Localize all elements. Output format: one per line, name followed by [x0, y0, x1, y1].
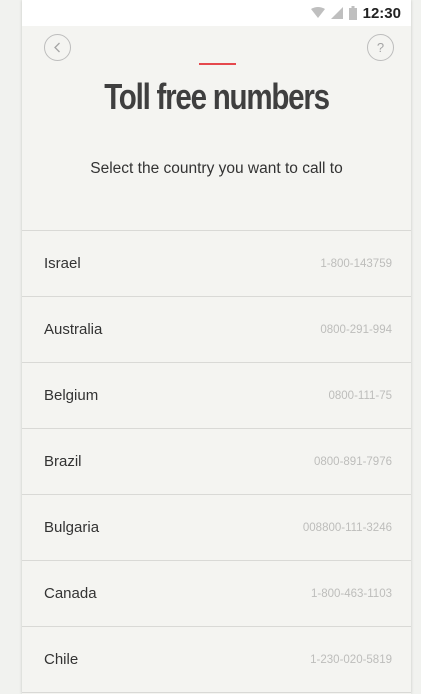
country-name: Chile [44, 651, 79, 668]
app-window: 12:30 ? Toll free numbers Select the cou… [22, 0, 411, 694]
country-name: Belgium [44, 387, 99, 404]
accent-line [199, 63, 236, 65]
signal-icon [330, 7, 343, 19]
country-phone-number: 0800-291-994 [320, 323, 392, 336]
country-name: Brazil [44, 453, 82, 470]
status-bar: 12:30 [22, 0, 411, 26]
page-subtitle: Select the country you want to call to [90, 160, 343, 177]
page-title: Toll free numbers [104, 76, 330, 117]
wifi-icon [310, 7, 325, 18]
country-name: Bulgaria [44, 519, 100, 536]
country-phone-number: 008800-111-3246 [302, 521, 392, 534]
country-name: Australia [44, 321, 103, 338]
country-row-belgium[interactable]: Belgium 0800-111-75 [22, 363, 411, 429]
country-row-brazil[interactable]: Brazil 0800-891-7976 [22, 429, 411, 495]
country-name: Israel [44, 255, 81, 272]
help-button[interactable]: ? [367, 34, 394, 61]
status-time: 12:30 [362, 4, 401, 22]
screen: 12:30 ? Toll free numbers Select the cou… [0, 0, 421, 694]
country-phone-number: 0800-111-75 [328, 389, 392, 402]
country-row-canada[interactable]: Canada 1-800-463-1103 [22, 561, 411, 627]
country-phone-number: 1-800-463-1103 [311, 587, 392, 600]
status-icons: 12:30 [310, 3, 401, 23]
country-row-bulgaria[interactable]: Bulgaria 008800-111-3246 [22, 495, 411, 561]
help-icon: ? [376, 40, 385, 55]
back-button[interactable] [44, 34, 71, 61]
country-list: Israel 1-800-143759 Australia 0800-291-9… [22, 230, 411, 693]
chevron-left-icon [54, 42, 60, 53]
country-row-australia[interactable]: Australia 0800-291-994 [22, 297, 411, 363]
country-row-chile[interactable]: Chile 1-230-020-5819 [22, 627, 411, 693]
country-name: Canada [44, 585, 97, 602]
country-phone-number: 1-800-143759 [320, 257, 392, 270]
battery-icon [348, 6, 357, 20]
country-row-israel[interactable]: Israel 1-800-143759 [22, 231, 411, 297]
country-phone-number: 1-230-020-5819 [310, 653, 392, 666]
country-phone-number: 0800-891-7976 [313, 455, 392, 468]
